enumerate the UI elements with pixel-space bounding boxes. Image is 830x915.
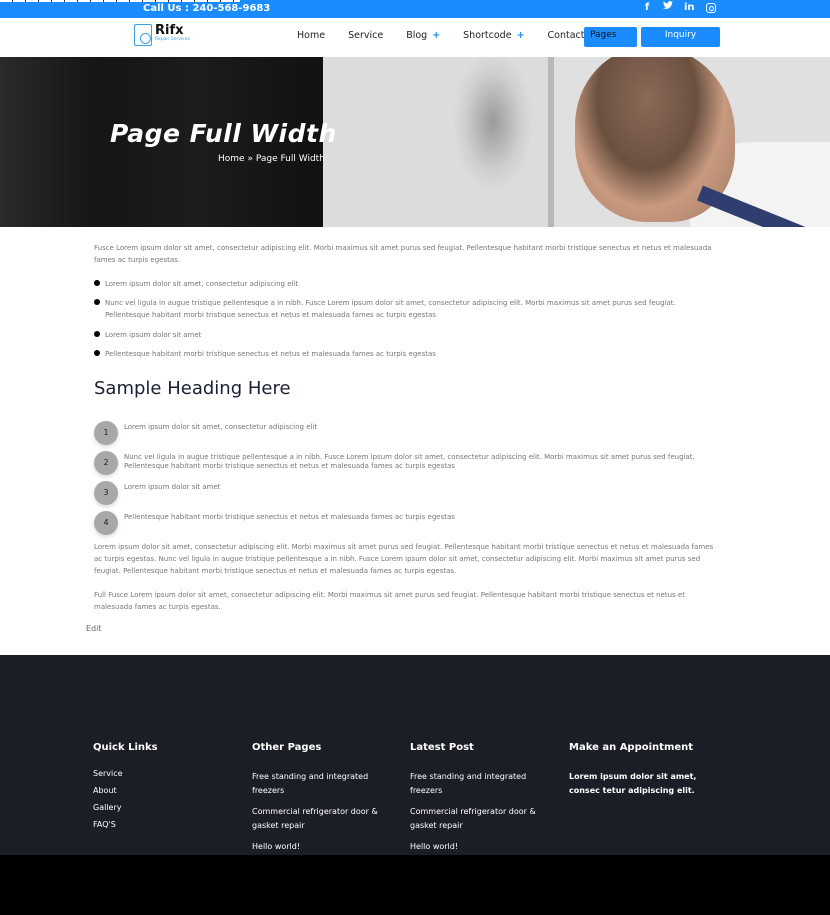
footer-page-link[interactable]: Commercial refrigerator door & gasket re… xyxy=(252,805,392,833)
logo-name: Rifx xyxy=(155,23,184,38)
footer-link-faqs[interactable]: FAQ'S xyxy=(93,816,243,833)
list-item: Lorem ipsum dolor sit amet xyxy=(94,329,714,341)
page-title: Page Full Width xyxy=(110,119,337,148)
breadcrumb-home[interactable]: Home xyxy=(218,154,245,164)
nav-blog-label: Blog xyxy=(406,30,428,41)
body-paragraph: Lorem ipsum dolor sit amet, consectetur … xyxy=(94,543,714,575)
facebook-icon[interactable]: f xyxy=(642,1,652,15)
intro-paragraph: Fusce Lorem ipsum dolor sit amet, consec… xyxy=(94,244,712,264)
site-footer: Quick Links Service About Gallery FAQ'S … xyxy=(0,655,830,855)
footer-heading: Other Pages xyxy=(252,742,322,753)
nav-service-label: Service xyxy=(348,30,384,41)
footer-heading: Make an Appointment xyxy=(569,742,694,753)
footer-post-link[interactable]: Hello world! xyxy=(410,840,550,854)
nav-home-label: Home xyxy=(297,30,326,41)
site-header: Rifx Repair Services Home Service Blog + … xyxy=(0,18,830,57)
body-paragraph-full: Full Fusce Lorem ipsum dolor sit amet, c… xyxy=(94,591,685,611)
footer-quick-links: Quick Links Service About Gallery FAQ'S xyxy=(93,742,243,833)
call-us-text: Call Us : 240-568-9683 xyxy=(143,3,271,14)
linkedin-icon[interactable]: in xyxy=(684,1,695,15)
edit-link[interactable]: Edit xyxy=(86,624,102,633)
inquiry-button[interactable]: Inquiry xyxy=(641,27,720,47)
nav-shortcode-label: Shortcode xyxy=(463,30,512,41)
numbered-item-text: Nunc vel ligula in augue tristique pelle… xyxy=(124,453,695,470)
bullet-list: Lorem ipsum dolor sit amet, consectetur … xyxy=(94,278,714,360)
twitter-icon[interactable] xyxy=(663,1,673,15)
social-links: f in xyxy=(642,1,716,15)
logo-fridge-icon xyxy=(134,24,152,46)
footer-post-link[interactable]: Commercial refrigerator door & gasket re… xyxy=(410,805,550,833)
list-item: Pellentesque habitant morbi tristique se… xyxy=(94,348,714,360)
top-bar: Call Us : 240-568-9683 f in xyxy=(0,0,830,18)
instagram-icon[interactable] xyxy=(705,3,716,13)
footer-page-link[interactable]: Hello world! xyxy=(252,840,392,854)
list-item: Lorem ipsum dolor sit amet, consectetur … xyxy=(94,278,714,290)
top-edge-artifact xyxy=(0,0,240,2)
breadcrumb: Home » Page Full Width xyxy=(218,154,325,164)
number-badge: 4 xyxy=(94,511,118,535)
footer-post-link[interactable]: Free standing and integrated freezers xyxy=(410,770,550,798)
site-logo[interactable]: Rifx Repair Services xyxy=(134,24,190,46)
numbered-item-text: Pellentesque habitant morbi tristique se… xyxy=(124,513,455,521)
main-nav: Home Service Blog + Shortcode + Contact Us xyxy=(297,30,622,41)
page-content: Fusce Lorem ipsum dolor sit amet, consec… xyxy=(0,227,830,655)
nav-home[interactable]: Home xyxy=(297,30,325,41)
pages-button[interactable]: Pages xyxy=(584,27,637,47)
footer-link-service[interactable]: Service xyxy=(93,765,243,782)
footer-other-pages: Other Pages Free standing and integrated… xyxy=(252,742,402,861)
logo-tagline: Repair Services xyxy=(155,37,190,42)
banner-fridge-image xyxy=(323,57,553,227)
footer-link-gallery[interactable]: Gallery xyxy=(93,799,243,816)
numbered-item-text: Lorem ipsum dolor sit amet, consectetur … xyxy=(124,423,318,431)
page-banner: Page Full Width Home » Page Full Width xyxy=(0,57,830,227)
nav-blog[interactable]: Blog + xyxy=(406,30,440,41)
footer-heading: Latest Post xyxy=(410,742,474,753)
offscreen-area xyxy=(0,855,830,915)
footer-appointment-text: Lorem ipsum dolor sit amet, consec tetur… xyxy=(569,772,697,795)
section-heading: Sample Heading Here xyxy=(94,378,291,399)
footer-appointment: Make an Appointment Lorem ipsum dolor si… xyxy=(569,742,719,798)
footer-latest-post: Latest Post Free standing and integrated… xyxy=(410,742,560,861)
numbered-item-text: Lorem ipsum dolor sit amet xyxy=(124,483,221,491)
plus-icon[interactable]: + xyxy=(517,30,525,41)
plus-icon[interactable]: + xyxy=(432,30,440,41)
breadcrumb-current: Page Full Width xyxy=(255,154,325,164)
list-item: Nunc vel ligula in augue tristique pelle… xyxy=(94,297,714,321)
footer-link-about[interactable]: About xyxy=(93,782,243,799)
number-badge: 3 xyxy=(94,481,118,505)
footer-page-link[interactable]: Free standing and integrated freezers xyxy=(252,770,392,798)
footer-heading: Quick Links xyxy=(93,742,158,753)
nav-service[interactable]: Service xyxy=(348,30,383,41)
breadcrumb-separator: » xyxy=(247,154,253,164)
number-badge: 1 xyxy=(94,421,118,445)
nav-shortcode[interactable]: Shortcode + xyxy=(463,30,524,41)
number-badge: 2 xyxy=(94,451,118,475)
